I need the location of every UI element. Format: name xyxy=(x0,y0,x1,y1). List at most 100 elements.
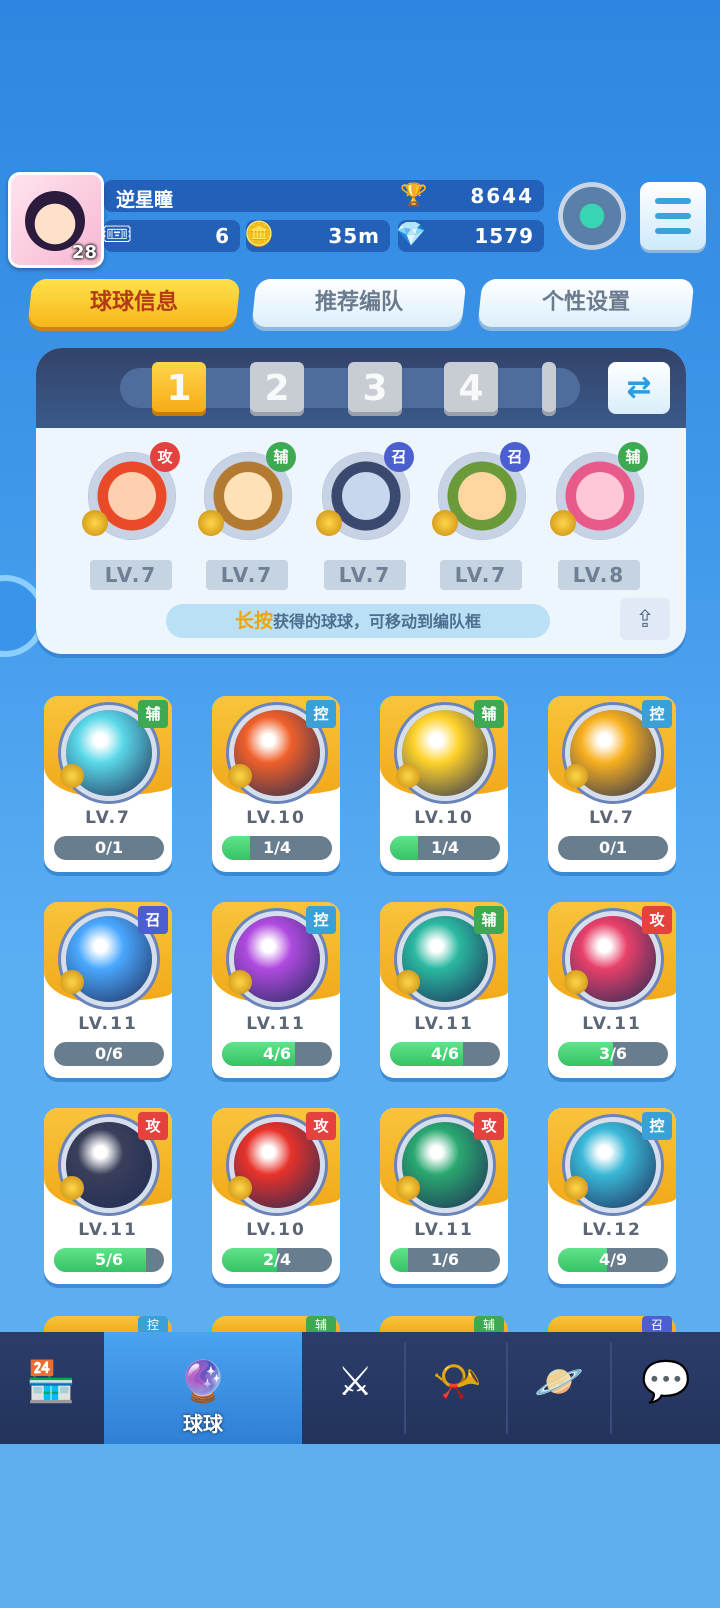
ball-card[interactable]: 辅 LV.11 4/6 xyxy=(380,902,508,1078)
swap-icon: ⇄ xyxy=(626,370,652,405)
tab-label: 个性设置 xyxy=(541,290,630,315)
coin-icon xyxy=(432,510,458,536)
ball-card[interactable]: 攻 LV.10 2/4 xyxy=(212,1108,340,1284)
team-member-level: LV.7 xyxy=(206,560,288,590)
ball-level: LV.10 xyxy=(246,808,306,828)
ball-level: LV.12 xyxy=(582,1220,642,1240)
team-member-level: LV.7 xyxy=(440,560,522,590)
team-member[interactable]: 召 xyxy=(316,442,416,546)
tab-label: 推荐编队 xyxy=(314,290,403,315)
ball-card[interactable]: 攻 LV.11 5/6 xyxy=(44,1108,172,1284)
coin-icon xyxy=(198,510,224,536)
tickets-bar[interactable]: 🎟 6 xyxy=(102,220,240,252)
coin-icon xyxy=(396,970,420,994)
upgrade-progress-bar: 5/6 xyxy=(54,1248,164,1272)
coin-icon xyxy=(60,970,84,994)
role-tag: 攻 xyxy=(150,442,180,472)
ball-level: LV.10 xyxy=(414,808,474,828)
player-avatar[interactable]: 28 xyxy=(8,172,104,268)
upgrade-progress-bar: 2/4 xyxy=(222,1248,332,1272)
team-slot-4[interactable]: 4 xyxy=(444,362,498,416)
menu-icon xyxy=(655,198,691,204)
nav-separator xyxy=(404,1342,406,1434)
team-slot-1[interactable]: 1 xyxy=(152,362,206,416)
share-button[interactable]: ⇪ xyxy=(620,598,670,640)
ball-card[interactable]: 辅 LV.10 1/4 xyxy=(380,696,508,872)
ball-level: LV.10 xyxy=(246,1220,306,1240)
ball-card[interactable]: 召 LV.11 0/6 xyxy=(44,902,172,1078)
coin-plus-icon: 🪙 xyxy=(244,220,274,248)
team-member-level: LV.8 xyxy=(558,560,640,590)
hint-text: 获得的球球，可移动到编队框 xyxy=(273,612,482,631)
ball-level: LV.11 xyxy=(78,1014,138,1034)
team-member[interactable]: 辅 xyxy=(198,442,298,546)
role-tag: 控 xyxy=(306,700,336,728)
nav-planet[interactable]: 🪐 xyxy=(508,1332,610,1444)
upgrade-progress-text: 1/4 xyxy=(430,838,460,857)
team-panel: 1 2 3 4 ⇄ 攻 LV.7 辅 LV.7 召 LV.7 召 LV.7 辅 LV.8 长按获得… xyxy=(36,348,686,654)
tab-personal-settings[interactable]: 个性设置 xyxy=(477,279,695,327)
ball-card[interactable]: 控 LV.12 4/9 xyxy=(548,1108,676,1284)
coin-icon xyxy=(82,510,108,536)
team-member[interactable]: 召 xyxy=(432,442,532,546)
bottom-nav: 🏪 🔮 球球 ⚔ 📯 🪐 💬 xyxy=(0,1332,720,1444)
ball-level: LV.11 xyxy=(246,1014,306,1034)
battle-swords-icon: ⚔ xyxy=(337,1359,373,1405)
upgrade-progress-bar: 0/1 xyxy=(54,836,164,860)
upgrade-progress-text: 1/6 xyxy=(430,1250,460,1269)
upgrade-progress-bar: 4/6 xyxy=(390,1042,500,1066)
nav-label: 球球 xyxy=(183,1412,223,1436)
coin-icon xyxy=(564,764,588,788)
tab-ball-info[interactable]: 球球信息 xyxy=(27,279,241,327)
upgrade-progress-bar: 4/6 xyxy=(222,1042,332,1066)
role-tag: 召 xyxy=(500,442,530,472)
upgrade-progress-text: 0/1 xyxy=(94,838,124,857)
role-tag: 召 xyxy=(138,906,168,934)
team-member[interactable]: 辅 xyxy=(550,442,650,546)
hint-highlight: 长按 xyxy=(234,610,273,632)
role-tag: 辅 xyxy=(138,700,168,728)
nav-chat-heart[interactable]: 💬 xyxy=(612,1332,720,1444)
ball-card[interactable]: 攻 LV.11 1/6 xyxy=(380,1108,508,1284)
diamonds-bar[interactable]: 💎 1579 xyxy=(396,220,544,252)
player-name-bar: 逆星瞳 🏆 8644 xyxy=(104,180,544,212)
tab-label: 球球信息 xyxy=(89,290,178,315)
upgrade-progress-text: 0/6 xyxy=(94,1044,124,1063)
upgrade-progress-bar: 1/4 xyxy=(390,836,500,860)
ball-card[interactable]: 控 LV.7 0/1 xyxy=(548,696,676,872)
upgrade-progress-text: 4/6 xyxy=(430,1044,460,1063)
drag-hint: 长按获得的球球，可移动到编队框 xyxy=(166,604,550,638)
menu-button[interactable] xyxy=(640,182,706,250)
trophy-icon: 🏆 xyxy=(400,183,428,208)
ball-card[interactable]: 攻 LV.11 3/6 xyxy=(548,902,676,1078)
upgrade-progress-bar: 0/6 xyxy=(54,1042,164,1066)
coin-icon xyxy=(228,1176,252,1200)
coins-bar[interactable]: 🪙 35m xyxy=(244,220,390,252)
coin-icon xyxy=(564,970,588,994)
upgrade-progress-text: 5/6 xyxy=(94,1250,124,1269)
role-tag: 辅 xyxy=(266,442,296,472)
rank-badge-icon[interactable] xyxy=(558,182,626,250)
tickets-count: 6 xyxy=(215,224,230,248)
role-tag: 控 xyxy=(642,700,672,728)
swap-team-button[interactable]: ⇄ xyxy=(608,362,670,414)
ball-card[interactable]: 控 LV.11 4/6 xyxy=(212,902,340,1078)
team-slot-2[interactable]: 2 xyxy=(250,362,304,416)
tab-recommended-team[interactable]: 推荐编队 xyxy=(251,279,467,327)
team-member[interactable]: 攻 xyxy=(82,442,182,546)
team-slot-5-partial[interactable] xyxy=(542,362,556,416)
ball-card[interactable]: 辅 LV.7 0/1 xyxy=(44,696,172,872)
nav-shop[interactable]: 🏪 xyxy=(0,1332,102,1444)
ball-card[interactable]: 控 LV.10 1/4 xyxy=(212,696,340,872)
team-slot-3[interactable]: 3 xyxy=(348,362,402,416)
chat-heart-icon: 💬 xyxy=(641,1359,691,1405)
role-tag: 攻 xyxy=(474,1112,504,1140)
ball-level: LV.11 xyxy=(78,1220,138,1240)
upgrade-progress-text: 3/6 xyxy=(598,1044,628,1063)
coin-icon xyxy=(228,764,252,788)
nav-battle-swords[interactable]: ⚔ xyxy=(304,1332,406,1444)
upgrade-progress-text: 1/4 xyxy=(262,838,292,857)
coin-icon xyxy=(396,764,420,788)
nav-ball[interactable]: 🔮 球球 xyxy=(104,1332,302,1444)
nav-whistle[interactable]: 📯 xyxy=(406,1332,508,1444)
